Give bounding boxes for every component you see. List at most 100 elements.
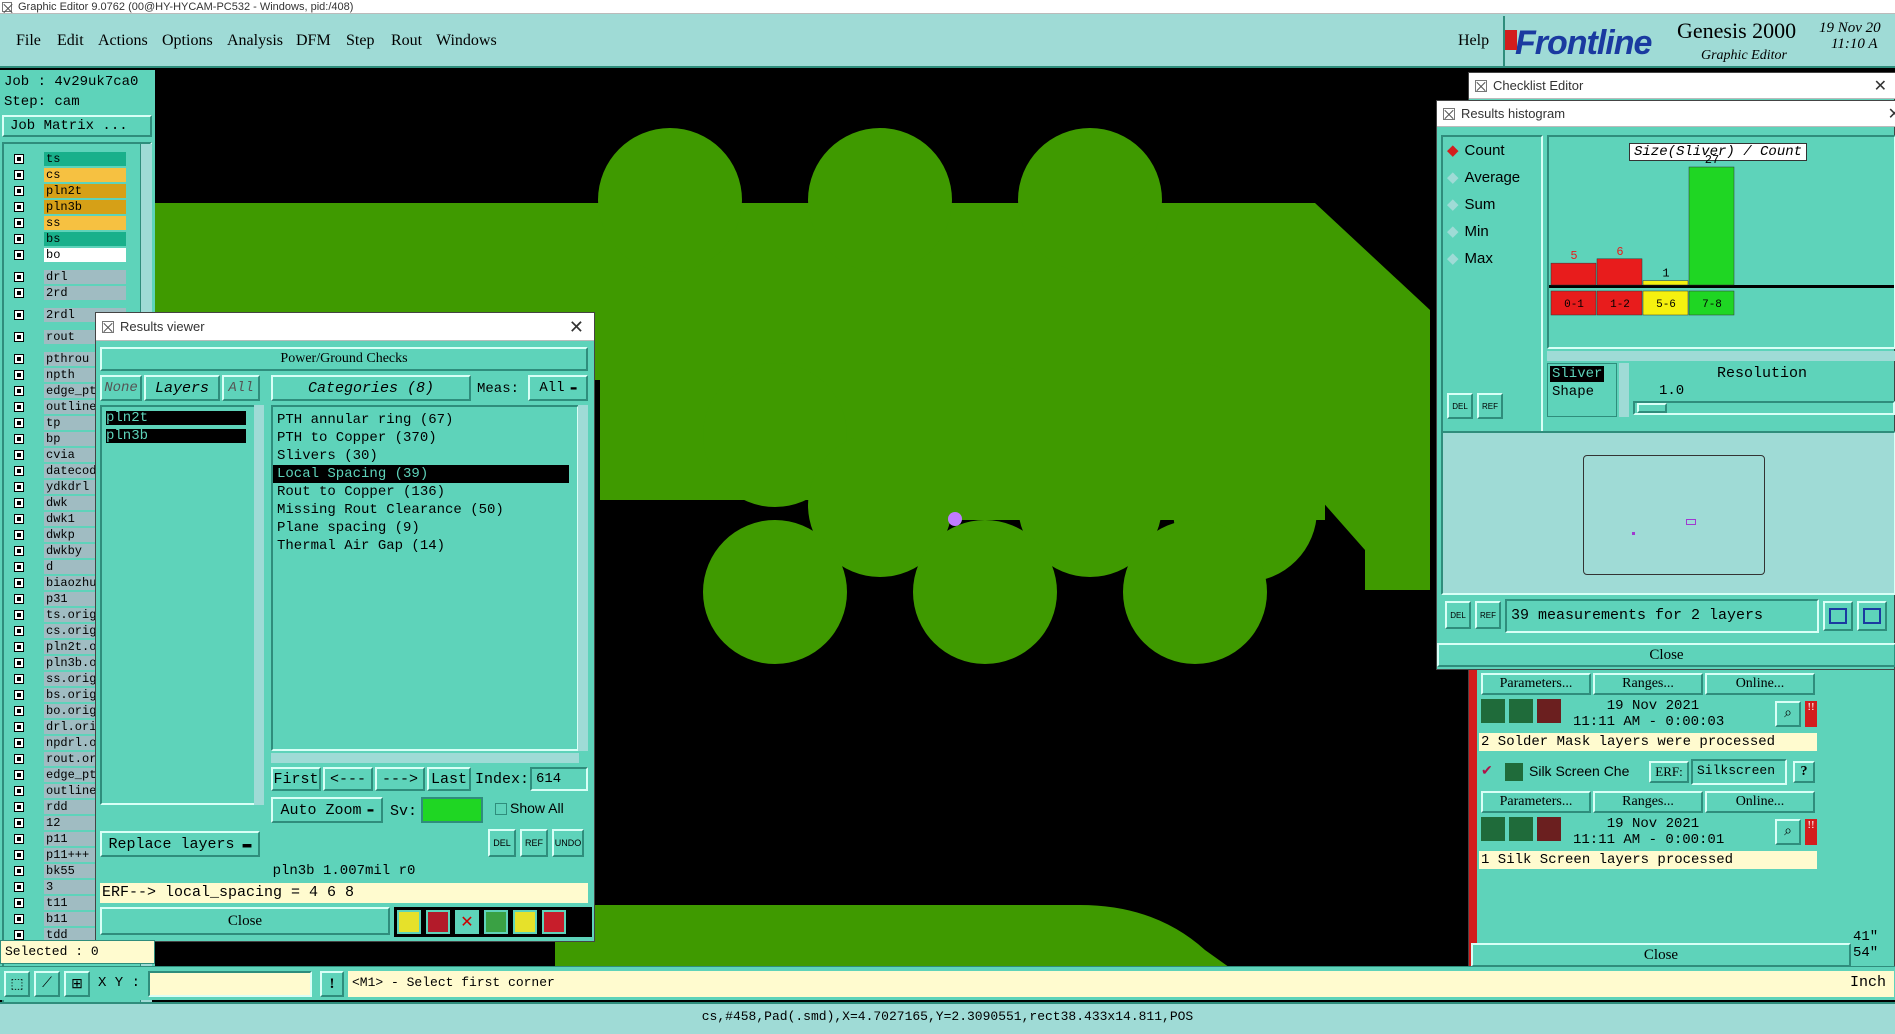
radio-icon[interactable]: ◆ [1447, 142, 1459, 159]
layer-checkbox[interactable] [14, 914, 24, 924]
layer-checkbox[interactable] [14, 626, 24, 636]
layers-button[interactable]: Layers [144, 375, 220, 401]
histogram-bar-0[interactable] [1550, 262, 1597, 286]
radio-icon[interactable]: ◆ [1447, 250, 1459, 267]
layer-checkbox[interactable] [14, 482, 24, 492]
histogram-bar-2[interactable] [1642, 280, 1689, 286]
layer-checkbox[interactable] [14, 770, 24, 780]
index-input[interactable]: 614 [530, 767, 588, 791]
layer-checkbox[interactable] [14, 186, 24, 196]
histogram-bar-1[interactable] [1596, 258, 1643, 286]
menu-step[interactable]: Step [346, 32, 374, 50]
layer-row-5[interactable]: bs [4, 232, 128, 246]
layer-checkbox[interactable] [14, 250, 24, 260]
layer-row-8[interactable]: 2rd [4, 286, 128, 300]
category-item[interactable]: Rout to Copper (136) [273, 483, 577, 501]
mode-option-count[interactable]: ◆ Count [1447, 141, 1505, 161]
layer-checkbox[interactable] [14, 332, 24, 342]
overview-map[interactable] [1583, 455, 1765, 575]
histogram-close-button[interactable]: Close [1437, 643, 1895, 667]
layer-checkbox[interactable] [14, 202, 24, 212]
menu-actions[interactable]: Actions [98, 32, 148, 50]
sv-color-selector[interactable] [421, 797, 483, 823]
category-item[interactable]: PTH to Copper (370) [273, 429, 577, 447]
first-button[interactable]: First [271, 767, 321, 791]
remove-tool-icon[interactable]: ✕ [455, 910, 479, 934]
layer-checkbox[interactable] [14, 898, 24, 908]
mode-option-max[interactable]: ◆ Max [1447, 249, 1493, 269]
categories-button[interactable]: Categories (8) [271, 375, 471, 401]
meas-dropdown[interactable]: All ▬ [528, 375, 588, 401]
layer-checkbox[interactable] [14, 658, 24, 668]
layer-checkbox[interactable] [14, 498, 24, 508]
menu-dfm[interactable]: DFM [296, 32, 331, 50]
layer-checkbox[interactable] [14, 690, 24, 700]
silk-check-icon[interactable]: ✔ [1481, 763, 1493, 780]
close-icon[interactable]: ✕ [569, 317, 584, 338]
help-icon[interactable]: ? [1793, 761, 1815, 783]
layer-checkbox[interactable] [14, 418, 24, 428]
layer-checkbox[interactable] [14, 402, 24, 412]
layer-checkbox[interactable] [14, 722, 24, 732]
shape-scrollbar[interactable] [1619, 363, 1629, 417]
layer-checkbox[interactable] [14, 882, 24, 892]
layer-checkbox[interactable] [14, 930, 24, 940]
menu-rout[interactable]: Rout [391, 32, 422, 50]
layer-select-list[interactable]: pln2t pln3b [100, 405, 258, 805]
units-display[interactable]: Inch [1846, 971, 1894, 997]
run-icon[interactable] [1481, 817, 1505, 841]
erf-button[interactable]: ERF: [1649, 761, 1689, 783]
online-button-2[interactable]: Online... [1705, 791, 1815, 813]
stop-icon[interactable] [1537, 699, 1561, 723]
results-viewer-close-button[interactable]: Close [100, 907, 390, 935]
layer-checkbox[interactable] [14, 546, 24, 556]
sliver-item[interactable]: Sliver [1550, 366, 1605, 382]
layer-checkbox[interactable] [14, 434, 24, 444]
parameters-button-2[interactable]: Parameters... [1481, 791, 1591, 813]
report-tool-icon[interactable] [426, 910, 450, 934]
layer-checkbox[interactable] [14, 154, 24, 164]
measure-tool-icon[interactable]: ⟋ [34, 971, 60, 997]
category-list[interactable]: PTH annular ring (67) PTH to Copper (370)… [271, 405, 579, 751]
layer-row-1[interactable]: cs [4, 168, 128, 182]
histogram-bar-3[interactable] [1688, 166, 1735, 286]
layer-checkbox[interactable] [14, 386, 24, 396]
del-icon[interactable]: DEL [1447, 393, 1473, 419]
erf-value[interactable]: Silkscreen [1691, 759, 1787, 785]
layer-checkbox[interactable] [14, 530, 24, 540]
layer-checkbox[interactable] [14, 866, 24, 876]
category-scrollbar[interactable] [578, 405, 588, 751]
layer-checkbox[interactable] [14, 834, 24, 844]
prev-button[interactable]: <--- [323, 767, 373, 791]
grid-tool-icon[interactable]: ⊞ [64, 971, 90, 997]
layer-row-3[interactable]: pln3b [4, 200, 128, 214]
run-all-icon[interactable] [1509, 699, 1533, 723]
layer-checkbox[interactable] [14, 272, 24, 282]
zoom-icon-2[interactable]: ⌕ [1775, 819, 1801, 845]
histogram-tool-icon[interactable] [542, 910, 566, 934]
menu-edit[interactable]: Edit [57, 32, 84, 50]
menu-file[interactable]: File [16, 32, 41, 50]
ref-icon[interactable]: REF [1477, 393, 1503, 419]
mode-option-sum[interactable]: ◆ Sum [1447, 195, 1495, 215]
category-item[interactable]: Slivers (30) [273, 447, 577, 465]
last-button[interactable]: Last [427, 767, 471, 791]
layer-checkbox[interactable] [14, 802, 24, 812]
layer-list-scrollbar[interactable] [254, 405, 264, 805]
histogram-h-scrollbar[interactable] [1547, 351, 1895, 361]
count-tool-icon[interactable] [484, 910, 508, 934]
radio-icon[interactable]: ◆ [1447, 169, 1459, 186]
close-icon[interactable]: ✕ [1874, 76, 1887, 96]
layer-checkbox[interactable] [14, 234, 24, 244]
layer-checkbox[interactable] [14, 310, 24, 320]
list-tool-icon[interactable] [513, 910, 537, 934]
export-icon[interactable] [1857, 601, 1887, 631]
layer-checkbox[interactable] [14, 170, 24, 180]
ref-icon[interactable]: REF [1475, 601, 1501, 629]
chart-tool-icon[interactable] [397, 910, 421, 934]
del-icon[interactable]: DEL [1445, 601, 1471, 629]
menu-options[interactable]: Options [162, 32, 213, 50]
radio-icon[interactable]: ◆ [1447, 196, 1459, 213]
layer-checkbox[interactable] [14, 754, 24, 764]
layer-checkbox[interactable] [14, 786, 24, 796]
